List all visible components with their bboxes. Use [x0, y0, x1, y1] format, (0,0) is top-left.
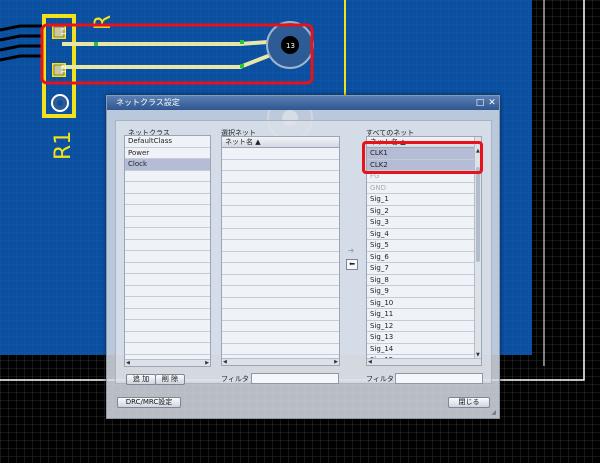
empty-row[interactable]: [125, 320, 210, 332]
list-item[interactable]: DefaultClass: [125, 136, 210, 148]
pad-label: 13: [60, 27, 68, 36]
empty-row[interactable]: [125, 251, 210, 263]
table-row[interactable]: Sig_12: [367, 321, 481, 332]
empty-row[interactable]: [125, 286, 210, 297]
pad-label: 12: [60, 65, 68, 74]
table-row[interactable]: Sig_1: [367, 194, 481, 206]
filter-label: フィルタ: [366, 375, 394, 383]
pad-label: 13: [286, 42, 295, 50]
empty-row[interactable]: [222, 217, 339, 229]
empty-row[interactable]: [222, 194, 339, 206]
table-row[interactable]: Sig_13: [367, 332, 481, 344]
designator-label: R: [91, 15, 116, 30]
designator-label: R1: [51, 131, 76, 160]
close-icon[interactable]: ✕: [487, 98, 497, 108]
list-item[interactable]: Clock: [125, 159, 210, 171]
filter-label: フィルタ: [221, 375, 249, 383]
scroll-right-icon[interactable]: ▶: [334, 359, 338, 365]
horizontal-scrollbar[interactable]: ◀ ▶: [222, 358, 339, 365]
close-button[interactable]: 閉じる: [448, 397, 490, 408]
scroll-left-icon[interactable]: ◀: [126, 360, 130, 366]
arrow-left-icon[interactable]: ⬅: [346, 259, 358, 270]
empty-row[interactable]: [222, 183, 339, 194]
horizontal-scrollbar[interactable]: ◀ ▶: [125, 359, 210, 366]
table-row[interactable]: Sig_9: [367, 286, 481, 298]
table-row[interactable]: Sig_7: [367, 263, 481, 275]
table-row[interactable]: GND: [367, 183, 481, 194]
empty-row[interactable]: [222, 160, 339, 171]
resize-grip-icon[interactable]: ◢: [491, 409, 496, 416]
empty-row[interactable]: [222, 286, 339, 298]
all-nets-filter-input[interactable]: [395, 373, 483, 384]
selected-filter-input[interactable]: [251, 373, 339, 384]
add-class-button[interactable]: 追 加: [126, 374, 156, 385]
empty-row[interactable]: [125, 263, 210, 274]
empty-row[interactable]: [222, 252, 339, 263]
empty-row[interactable]: [222, 344, 339, 355]
table-row[interactable]: Sig_3: [367, 217, 481, 229]
empty-row[interactable]: [125, 205, 210, 217]
empty-row[interactable]: [125, 343, 210, 355]
net-class-dialog: ネットクラス設定 □ ✕ ネットクラス DefaultClass Power Clo…: [106, 95, 500, 419]
column-header-net-name[interactable]: ネット名 ▲: [222, 137, 339, 148]
empty-row[interactable]: [222, 275, 339, 286]
selected-nets-list[interactable]: ネット名 ▲ ◀ ▶: [221, 136, 340, 366]
empty-row[interactable]: [125, 332, 210, 343]
maximize-icon[interactable]: □: [475, 98, 485, 108]
empty-row[interactable]: [222, 206, 339, 217]
drc-mrc-settings-button[interactable]: DRC/MRC設定: [117, 397, 181, 408]
empty-row[interactable]: [222, 240, 339, 252]
highlight-box: [362, 141, 483, 174]
scroll-left-icon[interactable]: ◀: [223, 359, 227, 365]
table-row[interactable]: Sig_11: [367, 309, 481, 321]
table-row[interactable]: Sig_14: [367, 344, 481, 355]
table-row[interactable]: Sig_5: [367, 240, 481, 252]
empty-row[interactable]: [125, 274, 210, 286]
empty-row[interactable]: [222, 148, 339, 160]
empty-row[interactable]: [125, 194, 210, 205]
empty-row[interactable]: [125, 217, 210, 228]
empty-row[interactable]: [222, 309, 339, 321]
table-row[interactable]: Sig_8: [367, 275, 481, 286]
empty-row[interactable]: [125, 297, 210, 309]
empty-row[interactable]: [125, 228, 210, 240]
scroll-left-icon[interactable]: ◀: [368, 359, 372, 365]
empty-row[interactable]: [222, 171, 339, 183]
table-row[interactable]: Sig_6: [367, 252, 481, 263]
empty-row[interactable]: [125, 182, 210, 194]
scrollbar-thumb[interactable]: [476, 167, 480, 262]
delete-class-button[interactable]: 削 除: [155, 374, 185, 385]
empty-row[interactable]: [125, 240, 210, 251]
table-row[interactable]: Sig_2: [367, 206, 481, 217]
dialog-titlebar[interactable]: ネットクラス設定 □ ✕: [107, 96, 499, 110]
empty-row[interactable]: [125, 309, 210, 320]
list-item[interactable]: Power: [125, 148, 210, 159]
empty-row[interactable]: [125, 171, 210, 182]
net-class-list[interactable]: DefaultClass Power Clock ◀ ▶: [124, 135, 211, 367]
empty-row[interactable]: [222, 298, 339, 309]
scroll-right-icon[interactable]: ▶: [205, 360, 209, 366]
empty-row[interactable]: [222, 229, 339, 240]
empty-row[interactable]: [222, 263, 339, 275]
horizontal-scrollbar[interactable]: ◀: [367, 358, 481, 365]
empty-row[interactable]: [222, 332, 339, 344]
empty-row[interactable]: [222, 321, 339, 332]
table-row[interactable]: Sig_10: [367, 298, 481, 309]
dialog-title: ネットクラス設定: [116, 98, 180, 107]
arrow-right-icon[interactable]: ➜: [346, 246, 356, 255]
table-row[interactable]: Sig_4: [367, 229, 481, 240]
